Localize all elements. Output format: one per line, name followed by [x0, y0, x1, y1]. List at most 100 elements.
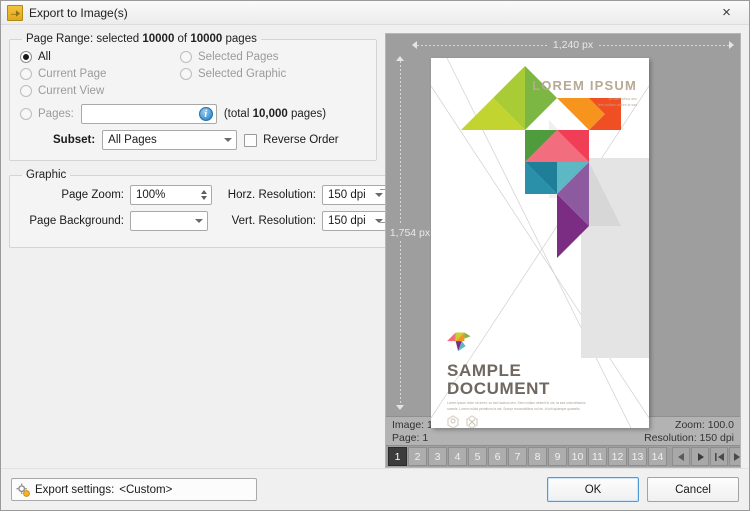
preview-status-right: Zoom: 100.0 Resolution: 150 dpi [644, 419, 734, 445]
document-preview-page[interactable]: LOREM IPSUM an diet lorbus seu fern null… [431, 58, 649, 428]
page-tab-3[interactable]: 3 [428, 447, 447, 466]
export-to-images-dialog: Export to Image(s) × Page Range: selecte… [0, 0, 750, 511]
radio-selected-pages-dot [180, 51, 192, 63]
radio-selected-graphic-label: Selected Graphic [198, 68, 286, 80]
nav-first-icon[interactable] [710, 447, 728, 466]
horz-resolution-row: Horz. Resolution: 150 dpi [218, 185, 388, 205]
svg-text:Lorem ipsum dolor sit amet, co: Lorem ipsum dolor sit amet, co sed lacib… [447, 401, 586, 405]
page-thumbnail-pager: 1 2 3 4 5 6 7 8 9 10 11 12 13 14 [386, 445, 740, 467]
svg-text:ovamis. Lorem nullas penatium: ovamis. Lorem nullas penatium ia sat. Su… [447, 407, 580, 411]
ok-button[interactable]: OK [547, 477, 639, 502]
preview-canvas[interactable]: 1,240 px 1,754 px [386, 34, 740, 416]
vertical-dimension-ruler: 1,754 px [392, 56, 408, 410]
ruler-line [599, 45, 729, 46]
page-zoom-spin-buttons[interactable] [196, 186, 211, 204]
page-tab-2[interactable]: 2 [408, 447, 427, 466]
page-tab-6[interactable]: 6 [488, 447, 507, 466]
page-tab-4[interactable]: 4 [448, 447, 467, 466]
page-zoom-stepper[interactable]: 100% [130, 185, 212, 205]
svg-text:an diet lorbus seu: an diet lorbus seu [609, 97, 637, 101]
page-tab-14[interactable]: 14 [648, 447, 667, 466]
radio-current-view-label: Current View [38, 85, 104, 97]
pages-total-count: 10,000 [253, 108, 288, 120]
radio-current-page-dot [20, 68, 32, 80]
info-icon[interactable]: i [199, 107, 213, 121]
radio-selected-graphic[interactable]: Selected Graphic [180, 68, 366, 80]
nav-next-icon[interactable] [691, 447, 709, 466]
title-bar: Export to Image(s) × [1, 1, 749, 25]
vert-resolution-label: Vert. Resolution: [218, 215, 322, 227]
dialog-footer: Export settings: <Custom> OK Cancel [1, 468, 749, 510]
page-tab-13[interactable]: 13 [628, 447, 647, 466]
subset-dropdown[interactable]: All Pages [102, 130, 237, 150]
radio-pages[interactable]: Pages: [20, 108, 74, 120]
spin-up-icon [201, 190, 207, 194]
svg-text:fern nullam dolore ia sas: fern nullam dolore ia sas [598, 103, 637, 107]
radio-current-view[interactable]: Current View [20, 85, 180, 97]
reverse-order-checkbox[interactable]: Reverse Order [244, 134, 338, 147]
svg-text:LOREM IPSUM: LOREM IPSUM [532, 78, 637, 93]
radio-all-dot [20, 51, 32, 63]
page-range-radio-grid: All Selected Pages Current Page Selected… [20, 51, 366, 97]
graphic-legend: Graphic [22, 169, 70, 181]
chevron-down-icon [190, 212, 207, 230]
vert-resolution-dropdown[interactable]: 150 dpi [322, 211, 388, 231]
page-range-legend: Page Range: selected 10000 of 10000 page… [22, 33, 261, 45]
nav-prev-icon[interactable] [672, 447, 690, 466]
nav-last-icon[interactable] [729, 447, 741, 466]
graphic-left-col: Page Zoom: 100% Page Background: [20, 185, 212, 237]
page-tab-1[interactable]: 1 [388, 447, 407, 466]
spin-down-icon [201, 196, 207, 200]
pages-input[interactable]: i [81, 104, 217, 124]
pages-total-prefix: (total [224, 108, 253, 120]
page-tab-9[interactable]: 9 [548, 447, 567, 466]
page-tab-7[interactable]: 7 [508, 447, 527, 466]
close-icon[interactable]: × [704, 1, 749, 24]
page-zoom-row: Page Zoom: 100% [20, 185, 212, 205]
radio-current-page[interactable]: Current Page [20, 68, 180, 80]
subset-value: All Pages [108, 134, 157, 146]
status-resolution: Resolution: 150 dpi [644, 432, 734, 445]
page-tab-5[interactable]: 5 [468, 447, 487, 466]
gear-icon [16, 483, 30, 497]
export-settings-label: Export settings: [35, 484, 114, 496]
vert-resolution-row: Vert. Resolution: 150 dpi [218, 211, 388, 231]
ruler-down-arrow-icon [396, 405, 404, 410]
graphic-wrap: Page Zoom: 100% Page Background: [20, 185, 388, 237]
page-range-legend-prefix: Page Range: selected [26, 33, 142, 45]
document-artwork: LOREM IPSUM an diet lorbus seu fern null… [431, 58, 649, 428]
radio-pages-dot [20, 108, 32, 120]
reverse-order-box [244, 134, 257, 147]
page-tab-10[interactable]: 10 [568, 447, 587, 466]
cancel-button[interactable]: Cancel [647, 477, 739, 502]
radio-all[interactable]: All [20, 51, 180, 63]
radio-pages-label: Pages: [38, 108, 74, 120]
svg-text:DOCUMENT: DOCUMENT [447, 379, 550, 398]
page-range-selected-count: 10000 [142, 33, 174, 45]
settings-column: Page Range: selected 10000 of 10000 page… [9, 33, 377, 468]
page-tab-11[interactable]: 11 [588, 447, 607, 466]
page-range-legend-suffix: pages [222, 33, 257, 45]
preview-width-label: 1,240 px [547, 39, 599, 51]
page-tab-8[interactable]: 8 [528, 447, 547, 466]
dialog-body: Page Range: selected 10000 of 10000 page… [1, 25, 749, 468]
export-settings-dropdown[interactable]: Export settings: <Custom> [11, 478, 257, 501]
status-zoom: Zoom: 100.0 [644, 419, 734, 432]
radio-selected-graphic-dot [180, 68, 192, 80]
radio-selected-pages[interactable]: Selected Pages [180, 51, 366, 63]
preview-panel: 1,240 px 1,754 px [385, 33, 741, 468]
status-page: Page: 1 [392, 432, 433, 445]
page-tab-12[interactable]: 12 [608, 447, 627, 466]
page-range-total-count: 10000 [190, 33, 222, 45]
chevron-down-icon [219, 131, 236, 149]
graphic-group: Graphic Page Zoom: 100% [9, 169, 399, 248]
page-zoom-label: Page Zoom: [20, 189, 130, 201]
horz-resolution-dropdown[interactable]: 150 dpi [322, 185, 388, 205]
page-background-dropdown[interactable] [130, 211, 208, 231]
pages-total-text: (total 10,000 pages) [224, 108, 326, 120]
page-range-group: Page Range: selected 10000 of 10000 page… [9, 33, 377, 161]
page-background-row: Page Background: [20, 211, 212, 231]
subset-row: Subset: All Pages Reverse Order [20, 130, 366, 150]
radio-selected-pages-label: Selected Pages [198, 51, 279, 63]
page-range-legend-middle: of [174, 33, 190, 45]
